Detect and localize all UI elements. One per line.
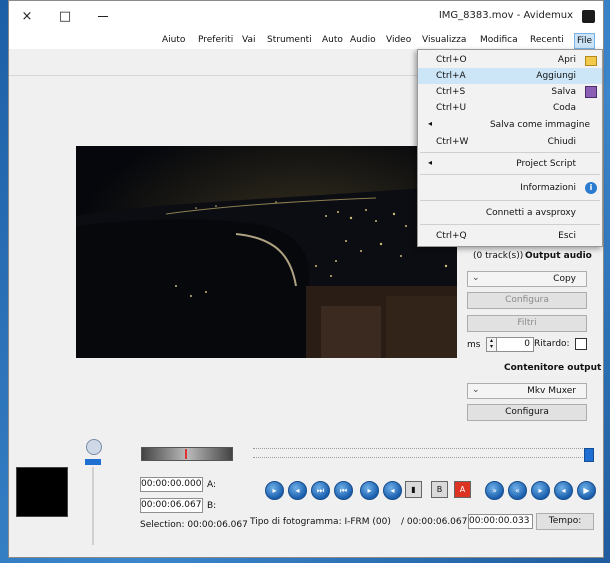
audio-codec-value: Copy (553, 274, 576, 284)
menu-separator (420, 152, 600, 153)
goto-end-button[interactable]: ⏭ (311, 481, 330, 500)
timeline-handle[interactable] (584, 448, 594, 462)
muxer-value: Mkv Muxer (527, 386, 576, 396)
container-output-title: Contenitore output (504, 363, 602, 373)
close-window-button[interactable]: × (17, 7, 37, 27)
menu-audio[interactable]: Audio (350, 35, 376, 45)
file-menu-dropdown: Ctrl+O Apri Ctrl+A Aggiungi Ctrl+S Salva… (417, 49, 603, 247)
delay-input[interactable]: 0 (496, 337, 534, 352)
audio-track-count: (0 track(s)) (473, 251, 524, 261)
delay-label: Ritardo: (534, 339, 570, 349)
previous-black-frame-button[interactable]: ◂ (288, 481, 307, 500)
menu-file[interactable]: File (574, 33, 596, 49)
previous-keyframe-button[interactable]: « (508, 481, 527, 500)
marker-b-label: B: (207, 501, 217, 511)
avidemux-window: × □ IMG_8383.mov - Avidemux Aiuto Prefer… (8, 0, 604, 558)
frame-type-text: Tipo di fotogramma: I-FRM (00) (250, 517, 391, 527)
delay-spinner[interactable]: ▴ ▾ (486, 337, 497, 352)
menu-item-coda[interactable]: Ctrl+U Coda (418, 100, 602, 116)
goto-start-button[interactable]: ⏮ (334, 481, 353, 500)
menu-item-chiudi[interactable]: Ctrl+W Chiudi (418, 134, 602, 150)
marker-a-field[interactable]: 00:00:00.000 (140, 477, 203, 492)
submenu-arrow-icon: ◂ (428, 158, 433, 167)
container-configure-button[interactable]: Configura (467, 404, 587, 421)
audio-configure-button[interactable]: Configura (467, 292, 587, 309)
set-marker-b-button[interactable]: B (431, 481, 448, 498)
menu-aiuto[interactable]: Aiuto (162, 35, 185, 45)
time-field[interactable]: 00:00:00.033 (468, 514, 533, 529)
selection-text: Selection: 00:00:06.067 (140, 520, 248, 530)
menu-item-salva[interactable]: Ctrl+S Salva (418, 84, 602, 100)
menu-separator (420, 200, 600, 201)
muxer-select[interactable]: ⌄ Mkv Muxer (467, 383, 587, 399)
minimize-window-button[interactable] (93, 7, 113, 27)
menu-item-project-script[interactable]: ◂ Project Script (418, 156, 602, 172)
volume-slider-track[interactable] (92, 467, 94, 545)
info-icon: i (585, 182, 597, 194)
volume-icon[interactable] (86, 439, 102, 455)
menu-bar: Aiuto Preferiti Vai Strumenti Auto Audio… (9, 33, 603, 49)
menu-preferiti[interactable]: Preferiti (198, 35, 233, 45)
menu-item-salva-come-immagine[interactable]: ◂ Salva come immagine (418, 117, 602, 133)
menu-strumenti[interactable]: Strumenti (267, 35, 312, 45)
open-folder-icon (585, 56, 597, 66)
menu-separator (420, 174, 600, 175)
jog-shuttle[interactable] (141, 447, 233, 461)
delete-segment-button[interactable]: ▮ (405, 481, 422, 498)
save-icon (585, 86, 597, 98)
previous-frame-button[interactable]: ◂ (554, 481, 573, 500)
timeline-slider[interactable] (253, 448, 593, 458)
audio-output-title: Output audio (525, 251, 592, 261)
chevron-down-icon: ⌄ (472, 385, 480, 395)
chevron-down-icon: ⌄ (472, 273, 480, 283)
avidemux-app-icon (582, 10, 595, 23)
goto-marker-b-button[interactable]: ▸ (360, 481, 379, 500)
duration-text: / 00:00:06.067 (401, 517, 468, 527)
maximize-window-button[interactable]: □ (55, 7, 75, 27)
delay-unit: ms (467, 340, 481, 350)
marker-b-field[interactable]: 00:00:06.067 (140, 498, 203, 513)
menu-modifica[interactable]: Modifica (480, 35, 518, 45)
audio-codec-select[interactable]: ⌄ Copy (467, 271, 587, 287)
menu-visualizza[interactable]: Visualizza (422, 35, 466, 45)
jog-marker (185, 449, 187, 459)
menu-item-connetti-avsproxy[interactable]: Connetti a avsproxy (418, 205, 602, 221)
next-keyframe-button[interactable]: » (485, 481, 504, 500)
night-city-image (76, 146, 457, 358)
submenu-arrow-icon: ◂ (428, 119, 433, 128)
menu-separator (420, 224, 600, 225)
menu-recenti[interactable]: Recenti (530, 35, 564, 45)
next-black-frame-button[interactable]: ▸ (265, 481, 284, 500)
time-button[interactable]: Tempo: (536, 513, 594, 530)
menu-vai[interactable]: Vai (242, 35, 255, 45)
set-marker-a-button[interactable]: A (454, 481, 471, 498)
menu-item-apri[interactable]: Ctrl+O Apri (418, 52, 602, 68)
preview-thumbnail (16, 467, 68, 517)
menu-item-aggiungi[interactable]: Ctrl+A Aggiungi (418, 68, 602, 84)
menu-item-informazioni[interactable]: Informazioni i (418, 180, 602, 196)
menu-video[interactable]: Video (386, 35, 411, 45)
delay-checkbox[interactable] (575, 338, 587, 350)
window-title: IMG_8383.mov - Avidemux (438, 10, 573, 21)
marker-a-label: A: (207, 480, 217, 490)
title-bar: × □ IMG_8383.mov - Avidemux (9, 1, 603, 33)
goto-marker-a-button[interactable]: ◂ (383, 481, 402, 500)
menu-auto[interactable]: Auto (322, 35, 343, 45)
play-button[interactable]: ▶ (577, 481, 596, 500)
minimize-icon (98, 16, 108, 17)
next-frame-button[interactable]: ▸ (531, 481, 550, 500)
audio-filters-button[interactable]: Filtri (467, 315, 587, 332)
menu-item-esci[interactable]: Ctrl+Q Esci (418, 228, 602, 244)
volume-slider-handle[interactable] (85, 459, 101, 465)
video-preview (76, 146, 457, 358)
